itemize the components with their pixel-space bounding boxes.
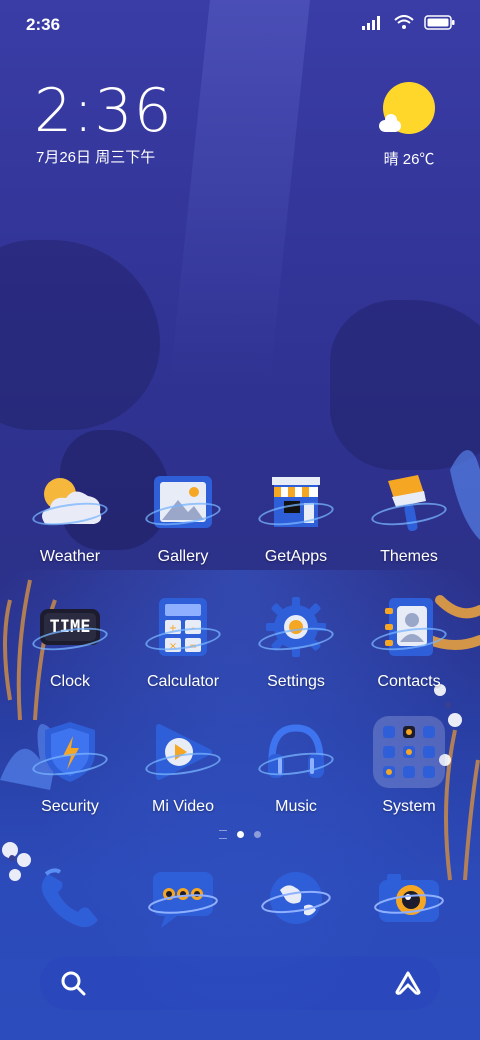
app-security[interactable]: Security	[15, 716, 125, 816]
app-system-folder[interactable]: System	[354, 716, 464, 816]
browser-icon	[261, 872, 331, 924]
mi-video-icon	[143, 716, 223, 788]
sunny-cloud-icon	[379, 82, 435, 134]
wifi-icon	[394, 15, 414, 29]
messages-icon	[148, 872, 218, 928]
app-contacts[interactable]: Contacts	[354, 591, 464, 691]
app-calculator[interactable]: + - × = Calculator	[128, 591, 238, 691]
dock-phone[interactable]	[30, 858, 110, 938]
app-label: Music	[275, 798, 317, 815]
assistant-icon[interactable]	[394, 970, 422, 996]
app-label: Weather	[39, 548, 101, 565]
app-gallery[interactable]: Gallery	[128, 466, 238, 566]
clock-icon: TIME	[30, 591, 110, 663]
page-dot-1[interactable]	[237, 831, 244, 838]
weather-widget[interactable]: 晴 26℃	[374, 82, 444, 169]
gallery-icon	[143, 466, 223, 538]
app-label: Gallery	[157, 548, 209, 565]
app-mi-video[interactable]: Mi Video	[128, 716, 238, 816]
app-music[interactable]: Music	[241, 716, 351, 816]
search-icon[interactable]	[60, 970, 86, 996]
clock-widget-date[interactable]: 7月26日 周三下午	[36, 146, 155, 167]
phone-icon	[41, 868, 98, 928]
getapps-icon	[256, 466, 336, 538]
camera-icon	[374, 874, 444, 922]
app-label: Themes	[380, 548, 438, 565]
signal-icon	[362, 15, 380, 30]
clock-widget-time[interactable]: 2:36	[34, 76, 173, 146]
page-indicator[interactable]	[0, 830, 480, 839]
app-label: System	[382, 798, 436, 815]
dock-messages[interactable]	[143, 858, 223, 938]
app-label: Mi Video	[152, 798, 214, 815]
status-time: 2:36	[26, 15, 61, 34]
app-settings[interactable]: Settings	[241, 591, 351, 691]
weather-icon	[30, 466, 110, 538]
search-bar[interactable]	[40, 956, 440, 1010]
status-bar: 2:36	[0, 0, 480, 50]
app-themes[interactable]: Themes	[354, 466, 464, 566]
app-weather[interactable]: Weather	[15, 466, 125, 566]
calculator-icon: + - × =	[143, 591, 223, 663]
app-label: Clock	[49, 673, 90, 690]
app-label: Security	[41, 798, 99, 815]
page-menu-icon[interactable]	[219, 830, 227, 839]
page-dot-2[interactable]	[254, 831, 261, 838]
app-label: GetApps	[264, 548, 328, 565]
themes-icon	[369, 466, 449, 538]
weather-widget-text: 晴 26℃	[383, 151, 435, 168]
settings-icon	[256, 591, 336, 663]
app-clock[interactable]: TIME Clock	[15, 591, 125, 691]
battery-icon	[424, 15, 455, 30]
app-label: Contacts	[377, 673, 441, 690]
security-icon	[30, 716, 110, 788]
system-folder-icon	[373, 716, 445, 788]
app-label: Calculator	[146, 673, 220, 690]
dock-browser[interactable]	[256, 858, 336, 938]
dock-camera[interactable]	[369, 858, 449, 938]
contacts-icon	[369, 591, 449, 663]
app-getapps[interactable]: GetApps	[241, 466, 351, 566]
app-label: Settings	[267, 673, 325, 690]
music-icon	[256, 716, 336, 788]
